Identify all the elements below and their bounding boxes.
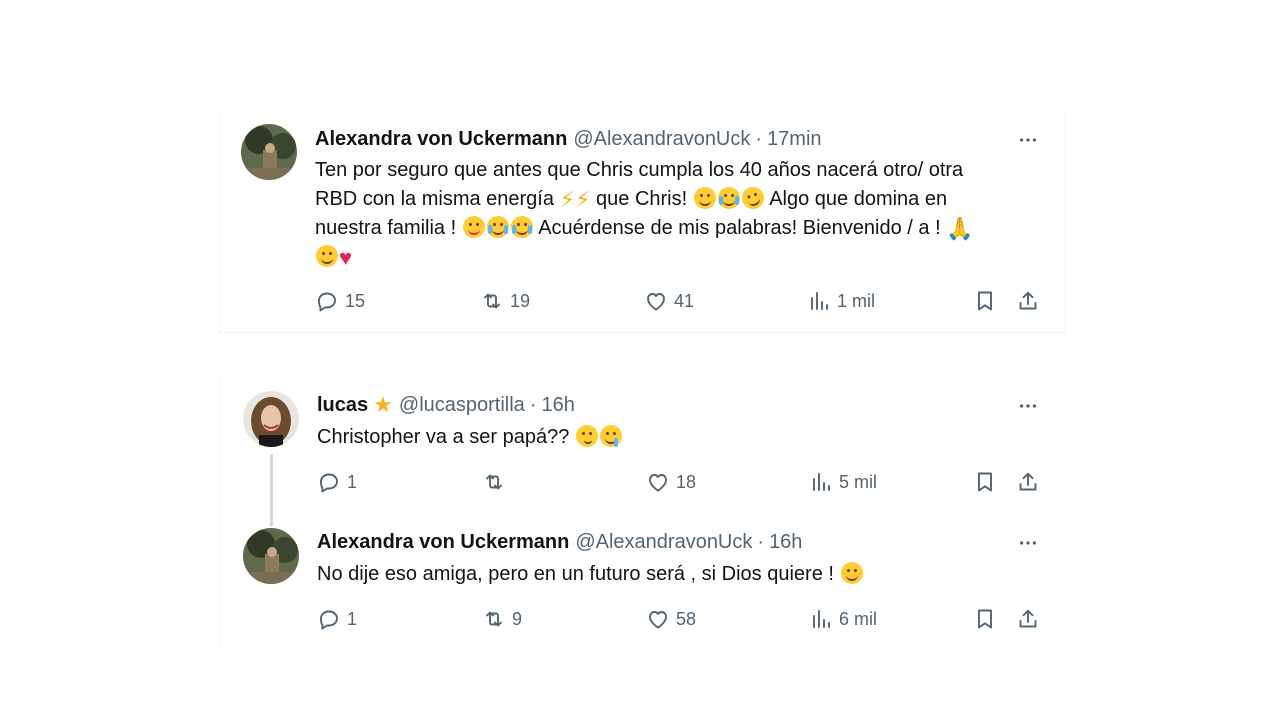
- tweet-text-line: nuestra familia !: [315, 217, 457, 239]
- bookmark-icon: [973, 607, 997, 631]
- reply-button[interactable]: 1: [317, 467, 357, 497]
- retweet-count: 9: [512, 608, 523, 629]
- views-button[interactable]: 5 mil: [809, 467, 877, 497]
- more-icon[interactable]: [1016, 128, 1040, 152]
- reply-count: 1: [347, 608, 358, 629]
- views-button[interactable]: 1 mil: [807, 286, 875, 316]
- tweet-header: Alexandra von Uckermann @AlexandravonUck…: [317, 528, 802, 556]
- retweet-icon: [482, 470, 506, 494]
- views-count: 5 mil: [839, 471, 878, 492]
- smiling-emoji: [840, 562, 863, 584]
- reply-button[interactable]: 15: [315, 286, 365, 316]
- heart-icon: [646, 607, 670, 631]
- reply-button[interactable]: 1: [317, 604, 357, 634]
- share-icon: [1016, 470, 1040, 494]
- like-button[interactable]: 18: [646, 467, 696, 497]
- views-icon: [809, 470, 833, 494]
- heart-icon: [646, 470, 670, 494]
- avatar[interactable]: [241, 124, 297, 180]
- red-heart-emoji: ♥: [339, 245, 353, 270]
- like-count: 18: [676, 471, 697, 492]
- tears-of-joy-emoji: [717, 187, 740, 209]
- more-icon[interactable]: [1016, 394, 1040, 418]
- tweet-actions: 1 9 58 6 mil: [317, 604, 1045, 634]
- tweet-text-line: No dije eso amiga, pero en un futuro ser…: [317, 563, 834, 585]
- user-handle[interactable]: @AlexandravonUck: [573, 128, 750, 151]
- reply-icon: [317, 607, 341, 631]
- avatar[interactable]: [243, 391, 299, 447]
- tweet-actions: 1 18 5 mil: [317, 467, 1045, 497]
- like-count: 41: [674, 290, 695, 311]
- tweet-text: No dije eso amiga, pero en un futuro ser…: [317, 560, 1057, 589]
- like-count: 58: [676, 608, 697, 629]
- views-icon: [809, 607, 833, 631]
- views-count: 1 mil: [837, 290, 876, 311]
- smiling-emoji: [316, 245, 338, 267]
- user-handle[interactable]: @AlexandravonUck: [575, 531, 752, 554]
- tweet-text-line: RBD con la misma energía: [315, 188, 554, 210]
- display-name[interactable]: Alexandra von Uckermann: [317, 531, 569, 554]
- timestamp[interactable]: 16h: [541, 394, 574, 417]
- tweet-card[interactable]: Alexandra von Uckermann @AlexandravonUck…: [219, 112, 1065, 333]
- like-button[interactable]: 41: [644, 286, 694, 316]
- share-button[interactable]: [1016, 604, 1040, 634]
- tweet-header: Alexandra von Uckermann @AlexandravonUck…: [315, 125, 822, 153]
- tweet-text-line: Christopher va a ser papá??: [317, 426, 570, 448]
- bookmark-button[interactable]: [973, 604, 997, 634]
- retweet-icon: [480, 289, 504, 313]
- rofl-emoji: [738, 183, 767, 213]
- thinking-emoji: [575, 425, 598, 447]
- tears-of-joy-emoji: [486, 216, 509, 238]
- tweet-text-line: Algo que domina en: [769, 188, 948, 210]
- share-icon: [1016, 607, 1040, 631]
- bookmark-icon: [973, 470, 997, 494]
- retweet-button[interactable]: 19: [480, 286, 530, 316]
- share-button[interactable]: [1016, 467, 1040, 497]
- views-button[interactable]: 6 mil: [809, 604, 877, 634]
- tongue-emoji: [462, 216, 485, 238]
- avatar[interactable]: [243, 528, 299, 584]
- share-icon: [1016, 289, 1040, 313]
- thread-card: lucas ★ @lucasportilla · 16h Christopher…: [219, 378, 1064, 648]
- bookmark-button[interactable]: [973, 467, 997, 497]
- reply-icon: [317, 470, 341, 494]
- more-icon[interactable]: [1016, 531, 1040, 555]
- retweet-icon: [482, 607, 506, 631]
- views-count: 6 mil: [839, 608, 878, 629]
- user-handle[interactable]: @lucasportilla: [399, 394, 525, 417]
- display-name[interactable]: lucas: [317, 394, 368, 417]
- retweet-count: 19: [510, 290, 531, 311]
- reply-icon: [315, 289, 339, 313]
- thread-line: [270, 454, 273, 526]
- drooling-emoji: [599, 425, 622, 447]
- heart-icon: [644, 289, 668, 313]
- display-name[interactable]: Alexandra von Uckermann: [315, 128, 567, 151]
- share-button[interactable]: [1016, 286, 1040, 316]
- retweet-button[interactable]: [482, 467, 512, 497]
- bookmark-button[interactable]: [973, 286, 997, 316]
- separator-dot: ·: [755, 127, 763, 150]
- tweet-text: Christopher va a ser papá??: [317, 423, 1057, 452]
- tweet-header: lucas ★ @lucasportilla · 16h: [317, 391, 575, 419]
- timestamp[interactable]: 17min: [767, 128, 821, 151]
- tweet-actions: 15 19 41 1 mil: [315, 286, 1043, 316]
- tweet-text: Ten por seguro que antes que Chris cumpl…: [315, 156, 1055, 272]
- tweet-text-line: Acuérdense de mis palabras! Bienvenido /…: [538, 217, 941, 239]
- praying-hands-emoji: 🙏: [946, 216, 974, 241]
- reply-count: 1: [347, 471, 358, 492]
- star-emoji: ★: [373, 392, 393, 417]
- views-icon: [807, 289, 831, 313]
- retweet-button[interactable]: 9: [482, 604, 522, 634]
- tears-of-joy-emoji: [510, 216, 533, 238]
- lightning-emoji: ⚡⚡: [559, 187, 591, 212]
- tweet-text-line: que Chris!: [596, 188, 688, 210]
- bookmark-icon: [973, 289, 997, 313]
- separator-dot: ·: [757, 530, 765, 553]
- reply-count: 15: [345, 290, 366, 311]
- like-button[interactable]: 58: [646, 604, 696, 634]
- tweet-text-line: Ten por seguro que antes que Chris cumpl…: [315, 159, 964, 181]
- separator-dot: ·: [529, 393, 537, 416]
- grinning-emoji: [693, 187, 716, 209]
- timestamp[interactable]: 16h: [769, 531, 802, 554]
